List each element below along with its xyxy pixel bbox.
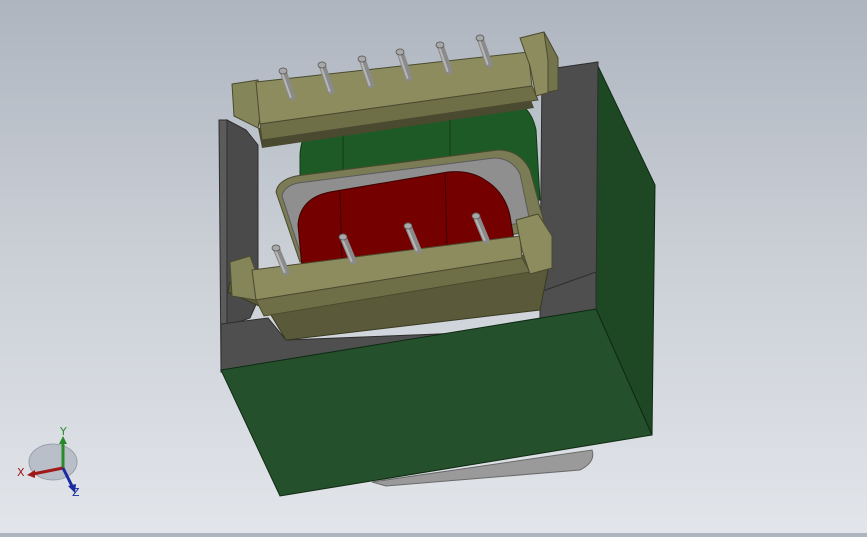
x-axis-arrowhead — [27, 470, 35, 478]
orientation-triad[interactable]: Y X Z — [17, 425, 80, 499]
core-back-block — [539, 61, 599, 310]
z-axis-label: Z — [72, 486, 80, 499]
y-axis-label: Y — [59, 425, 67, 438]
x-axis-label: X — [17, 466, 25, 479]
cad-viewport[interactable]: Y X Z — [0, 0, 867, 533]
model-canvas[interactable]: Y X Z — [0, 0, 867, 533]
bottom-flange-lip — [229, 255, 257, 301]
